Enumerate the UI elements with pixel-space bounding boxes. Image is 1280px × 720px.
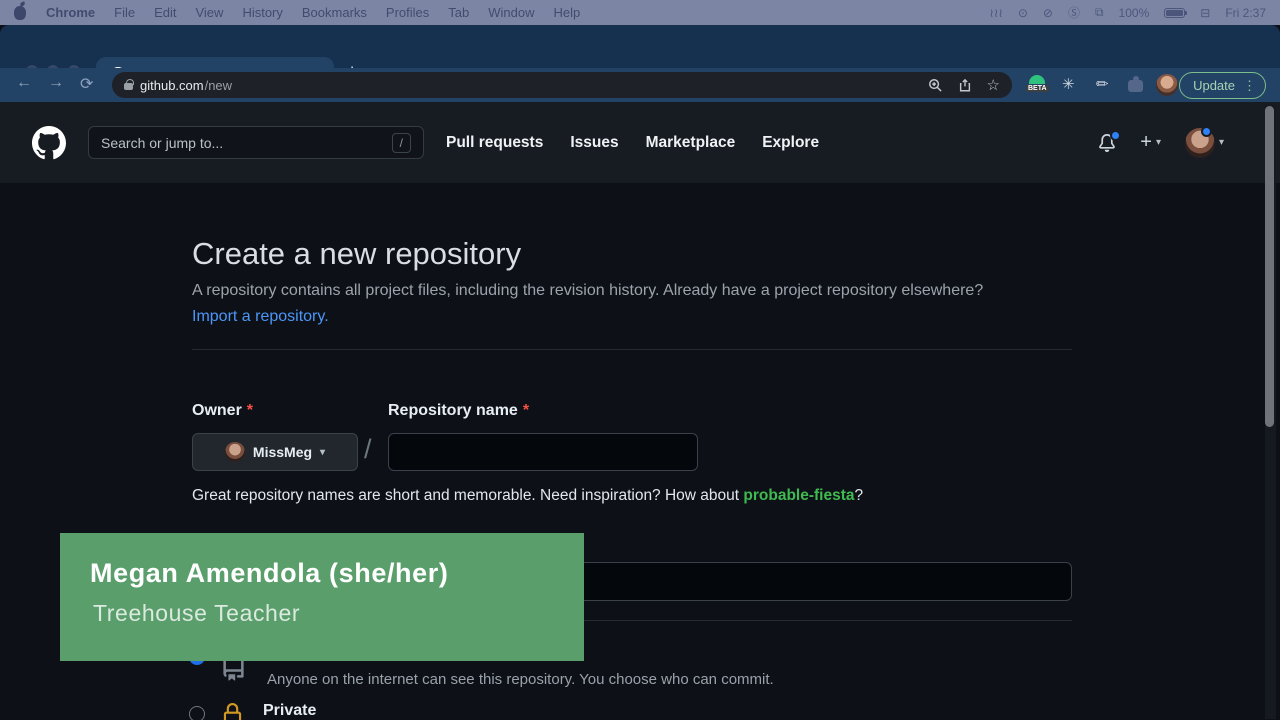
chrome-menu-dots-icon[interactable]: ⋮ [1243, 78, 1256, 94]
github-header-actions: + ▾ ▾ [1098, 128, 1224, 158]
notification-dot [1110, 130, 1121, 141]
zoom-icon[interactable] [928, 78, 943, 93]
github-nav: Pull requests Issues Marketplace Explore [446, 134, 819, 152]
display-icon[interactable]: ⊟ [1200, 6, 1210, 20]
menu-file[interactable]: File [114, 5, 135, 20]
extension-pen-icon[interactable]: ✏ [1096, 72, 1109, 93]
create-new-dropdown[interactable]: + ▾ [1140, 131, 1161, 154]
required-marker: * [523, 402, 529, 419]
url-path: /new [205, 78, 232, 93]
camera-icon[interactable]: ⊙ [1018, 6, 1028, 20]
menu-edit[interactable]: Edit [154, 5, 176, 20]
battery-percent: 100% [1119, 6, 1150, 20]
presenter-lower-third: Megan Amendola (she/her) Treehouse Teach… [60, 533, 584, 661]
profile-menu[interactable]: ▾ [1185, 128, 1224, 158]
menu-chrome[interactable]: Chrome [46, 5, 95, 20]
nav-explore[interactable]: Explore [762, 134, 819, 152]
addressbar-actions: ☆ [928, 78, 1000, 93]
browser-profile-avatar[interactable] [1156, 72, 1178, 96]
reload-button[interactable]: ⟳ [80, 74, 93, 94]
avatar-notification-dot [1201, 126, 1212, 137]
beta-badge: BETA [1026, 85, 1049, 92]
share-icon[interactable] [958, 78, 972, 93]
status-badge-icon[interactable]: Ⓢ [1068, 4, 1080, 21]
screen-record-icon[interactable]: ≀≀≀ [989, 6, 1003, 20]
owner-label-text: Owner [192, 402, 242, 419]
private-label: Private [263, 702, 316, 720]
github-header: Search or jump to... / Pull requests Iss… [0, 102, 1280, 183]
mission-control-icon[interactable]: ⧉ [1095, 5, 1104, 20]
menu-tab[interactable]: Tab [448, 5, 469, 20]
menubar-status-area: ≀≀≀ ⊙ ⊘ Ⓢ ⧉ 100% ⊟ Fri 2:37 [989, 4, 1266, 21]
menu-window[interactable]: Window [488, 5, 534, 20]
extensions-puzzle-icon[interactable] [1128, 72, 1143, 92]
repository-name-label: Repository name * [388, 402, 529, 420]
macos-menubar: Chrome File Edit View History Bookmarks … [0, 0, 1280, 25]
github-logo-icon[interactable] [32, 126, 66, 160]
caret-down-icon: ▾ [1219, 137, 1224, 148]
presenter-role: Treehouse Teacher [93, 600, 300, 627]
public-description: Anyone on the internet can see this repo… [267, 671, 774, 688]
nav-pull-requests[interactable]: Pull requests [446, 134, 543, 152]
required-marker: * [247, 402, 253, 419]
suggested-repo-name[interactable]: probable-fiesta [743, 487, 854, 504]
notifications-bell-icon[interactable] [1098, 134, 1116, 152]
menubar-clock[interactable]: Fri 2:37 [1225, 6, 1266, 20]
extension-beta-icon[interactable]: BETA [1026, 72, 1049, 92]
lock-icon [221, 703, 244, 720]
page-intro: A repository contains all project files,… [192, 278, 1020, 330]
forward-button[interactable]: → [48, 74, 64, 92]
github-search-input[interactable]: Search or jump to... / [88, 126, 424, 159]
caret-down-icon: ▾ [1156, 137, 1161, 148]
helper-prefix: Great repository names are short and mem… [192, 487, 743, 504]
nav-issues[interactable]: Issues [570, 134, 618, 152]
divider [192, 349, 1072, 350]
search-shortcut-badge: / [392, 133, 411, 153]
private-radio[interactable] [189, 706, 205, 720]
menu-history[interactable]: History [242, 5, 282, 20]
battery-icon [1164, 8, 1185, 18]
do-not-disturb-icon[interactable]: ⊘ [1043, 6, 1053, 20]
helper-suffix: ? [855, 487, 864, 504]
bookmark-star-icon[interactable]: ☆ [987, 78, 1000, 93]
caret-down-icon: ▾ [320, 447, 325, 458]
page-title: Create a new repository [192, 236, 521, 272]
nav-marketplace[interactable]: Marketplace [646, 134, 736, 152]
owner-dropdown-button[interactable]: MissMeg ▾ [192, 433, 358, 471]
owner-name: MissMeg [253, 444, 312, 460]
owner-label: Owner * [192, 402, 253, 420]
menu-profiles[interactable]: Profiles [386, 5, 429, 20]
update-label: Update [1193, 78, 1235, 93]
plus-icon: + [1140, 131, 1152, 154]
repo-name-helper: Great repository names are short and mem… [192, 487, 863, 505]
chrome-update-button[interactable]: Update ⋮ [1179, 72, 1266, 99]
extension-gear-icon[interactable]: ✳ [1062, 72, 1075, 93]
repository-name-input[interactable] [388, 433, 698, 471]
ssl-lock-icon[interactable] [124, 83, 133, 90]
menu-view[interactable]: View [195, 5, 223, 20]
presenter-name: Megan Amendola (she/her) [90, 558, 448, 589]
back-button[interactable]: ← [16, 74, 32, 92]
repo-label-text: Repository name [388, 402, 518, 419]
page-scrollbar-thumb[interactable] [1265, 106, 1274, 427]
import-repository-link[interactable]: Import a repository. [192, 308, 329, 325]
menu-bookmarks[interactable]: Bookmarks [302, 5, 367, 20]
url-host: github.com [140, 78, 204, 93]
chrome-tabstrip: Create a New Repository × + ⌄ [0, 25, 1280, 68]
menubar-items: Chrome File Edit View History Bookmarks … [46, 5, 580, 20]
menu-help[interactable]: Help [554, 5, 581, 20]
owner-repo-separator: / [364, 434, 372, 465]
address-bar[interactable]: github.com/new ☆ [112, 72, 1012, 98]
apple-menu-icon[interactable] [14, 6, 26, 20]
search-placeholder: Search or jump to... [101, 135, 223, 151]
intro-text: A repository contains all project files,… [192, 282, 983, 299]
owner-avatar [225, 442, 245, 462]
